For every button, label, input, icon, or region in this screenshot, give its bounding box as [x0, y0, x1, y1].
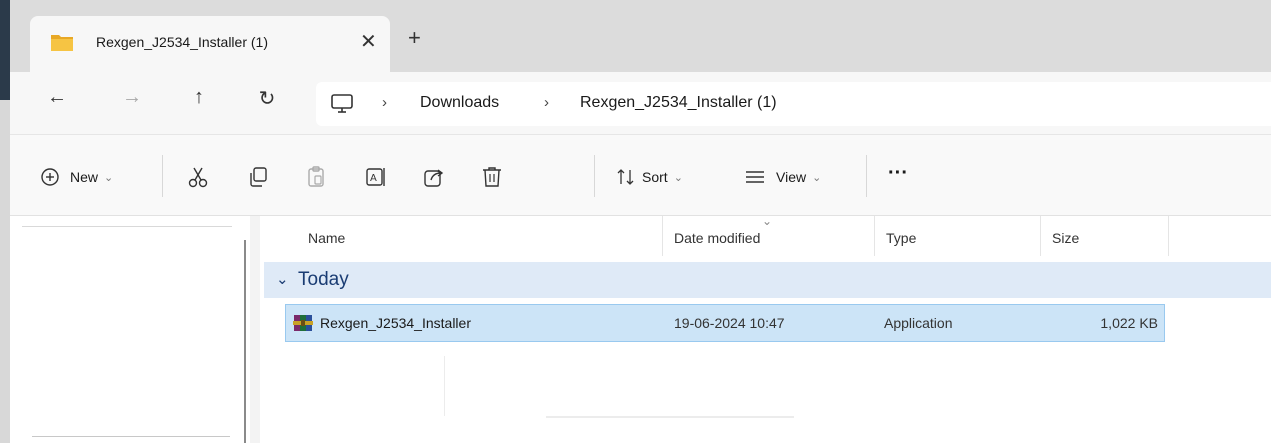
breadcrumb-separator: ›: [382, 94, 387, 111]
breadcrumb-current-folder[interactable]: Rexgen_J2534_Installer (1): [580, 94, 777, 112]
sort-label: Sort: [642, 169, 668, 185]
up-button[interactable]: ↑: [184, 86, 214, 109]
new-button[interactable]: New ⌄: [40, 165, 113, 189]
column-header-name[interactable]: Name: [308, 230, 345, 246]
chevron-down-icon: ⌄: [276, 271, 289, 288]
copy-icon[interactable]: [246, 165, 270, 189]
close-tab-icon[interactable]: ✕: [360, 29, 377, 54]
address-bar[interactable]: › Downloads › Rexgen_J2534_Installer (1): [316, 82, 1271, 126]
winrar-sfx-icon: [293, 315, 313, 331]
chevron-down-icon: ⌄: [104, 171, 114, 184]
view-button[interactable]: View ⌄: [744, 165, 821, 189]
file-explorer-window: Rexgen_J2534_Installer (1) ✕ + ← → ↑ ↻ ›…: [0, 0, 1271, 443]
file-size: 1,022 KB: [1100, 315, 1158, 331]
new-label: New: [70, 169, 99, 185]
share-icon[interactable]: [422, 165, 446, 189]
column-separator[interactable]: [1040, 216, 1041, 256]
view-icon: [746, 171, 764, 183]
new-icon: [41, 168, 59, 186]
faint-artifact-line: [444, 356, 445, 416]
svg-text:A: A: [370, 173, 377, 184]
breadcrumb-downloads[interactable]: Downloads: [420, 94, 499, 112]
refresh-button[interactable]: ↻: [252, 86, 282, 111]
rename-icon[interactable]: A: [364, 165, 388, 189]
view-label: View: [776, 169, 807, 185]
cut-icon[interactable]: [186, 165, 210, 189]
more-options-button[interactable]: ···: [888, 161, 908, 185]
forward-button[interactable]: →: [117, 86, 147, 109]
sort-button[interactable]: Sort ⌄: [616, 165, 683, 189]
command-bar: New ⌄ A Sort ⌄ View ⌄ ···: [10, 134, 1271, 216]
sort-icon: [617, 169, 634, 185]
this-pc-icon[interactable]: [330, 94, 354, 114]
column-separator[interactable]: [662, 216, 663, 256]
file-date-modified: 19-06-2024 10:47: [674, 315, 785, 331]
folder-icon: [51, 35, 73, 51]
command-separator: [866, 155, 867, 197]
tab-title: Rexgen_J2534_Installer (1): [96, 34, 268, 50]
breadcrumb-separator: ›: [544, 94, 549, 111]
left-edge: [0, 0, 10, 443]
nav-pane-divider: [32, 436, 230, 437]
file-type: Application: [884, 315, 953, 331]
tab-strip: Rexgen_J2534_Installer (1) ✕ +: [10, 0, 1271, 72]
file-list[interactable]: Name ⌄ Date modified Type Size ⌄ Today R…: [260, 214, 1271, 443]
command-separator: [162, 155, 163, 197]
pane-splitter[interactable]: [244, 240, 246, 443]
chevron-down-icon: ⌄: [673, 171, 683, 184]
back-button[interactable]: ←: [42, 86, 72, 109]
column-header-type[interactable]: Type: [886, 230, 916, 246]
group-label: Today: [298, 269, 349, 290]
column-header-size[interactable]: Size: [1052, 230, 1079, 246]
sort-indicator-icon: ⌄: [762, 214, 773, 228]
file-name: Rexgen_J2534_Installer: [320, 315, 471, 331]
address-row: ← → ↑ ↻ › Downloads › Rexgen_J2534_Insta…: [10, 72, 1271, 134]
nav-pane-divider: [22, 226, 232, 227]
column-separator[interactable]: [874, 216, 875, 256]
tab-current-folder[interactable]: Rexgen_J2534_Installer (1) ✕: [30, 16, 390, 72]
chevron-down-icon: ⌄: [812, 171, 822, 184]
command-separator: [594, 155, 595, 197]
new-tab-button[interactable]: +: [408, 27, 421, 49]
column-separator[interactable]: [1168, 216, 1169, 256]
column-header-date[interactable]: Date modified: [674, 230, 760, 246]
paste-icon[interactable]: [304, 165, 328, 189]
file-row[interactable]: Rexgen_J2534_Installer 19-06-2024 10:47 …: [285, 304, 1165, 342]
group-header-today[interactable]: ⌄ Today: [264, 262, 1271, 298]
faint-artifact-line: [546, 416, 794, 418]
navigation-pane[interactable]: [10, 216, 250, 443]
delete-icon[interactable]: [480, 165, 504, 189]
